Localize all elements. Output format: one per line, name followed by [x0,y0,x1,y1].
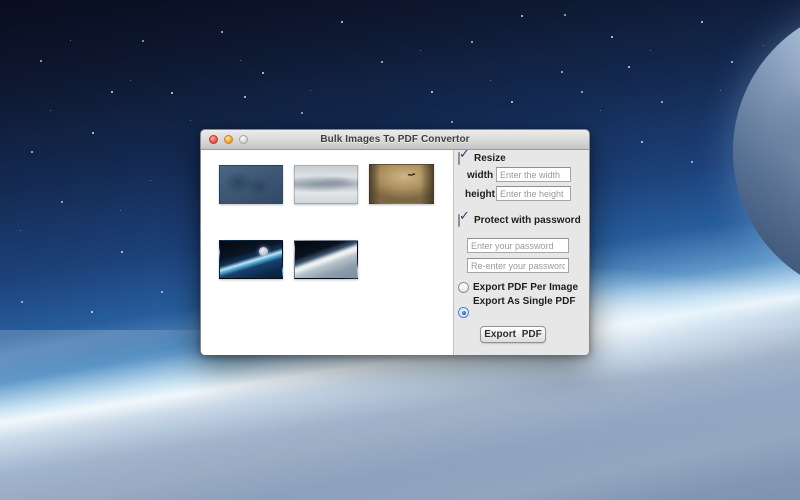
export-pdf-button[interactable]: Export PDF [480,326,546,343]
zoom-button[interactable] [239,135,248,144]
image-thumbnail-1[interactable] [219,165,283,204]
radio-export-single-pdf[interactable] [458,307,469,318]
app-window: Bulk Images To PDF Convertor ✓ Resize wi… [200,129,590,355]
image-thumbnail-5[interactable] [294,240,358,279]
resize-label: Resize [474,153,506,164]
export-per-image-label: Export PDF Per Image [473,282,578,293]
moon [733,3,800,299]
stars-faint [0,0,1,1]
protect-password-checkbox[interactable]: ✓ [458,215,460,226]
protect-password-label: Protect with password [474,215,581,226]
width-input[interactable] [496,167,571,182]
image-thumbnail-4[interactable] [219,240,283,279]
minimize-button[interactable] [224,135,233,144]
export-single-pdf-label: Export As Single PDF [473,296,575,307]
password-input[interactable] [467,238,569,253]
resize-checkbox[interactable]: ✓ [458,153,460,164]
window-content: ✓ Resize width height ✓ Protect with pas… [201,150,589,355]
checkmark-icon: ✓ [459,150,470,160]
height-label: height [465,189,495,200]
image-list-panel [201,150,453,355]
image-thumbnail-2[interactable] [294,165,358,204]
close-button[interactable] [209,135,218,144]
window-title: Bulk Images To PDF Convertor [320,134,469,145]
reenter-password-input[interactable] [467,258,569,273]
earth-clouds [0,330,800,500]
checkmark-icon: ✓ [459,209,470,222]
width-label: width [467,170,493,181]
bird-silhouette [407,172,416,178]
traffic-lights [209,130,248,149]
titlebar[interactable]: Bulk Images To PDF Convertor [201,130,589,150]
radio-export-per-image[interactable] [458,282,469,293]
height-input[interactable] [496,186,571,201]
image-thumbnail-3[interactable] [369,164,434,204]
options-panel: ✓ Resize width height ✓ Protect with pas… [453,150,589,355]
